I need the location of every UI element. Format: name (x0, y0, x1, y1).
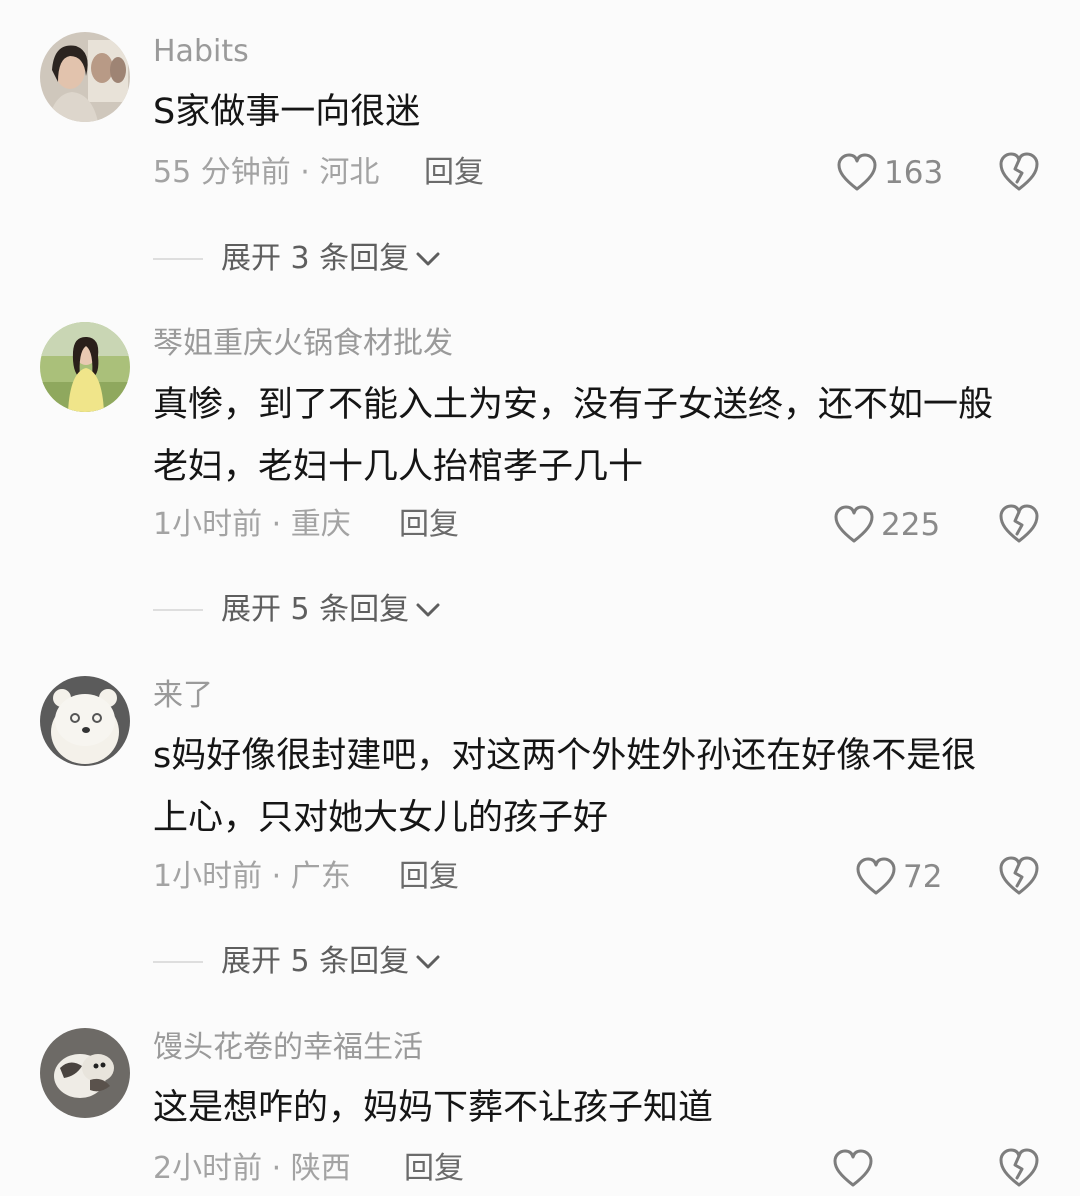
comment-line: S家做事一向很迷 (153, 92, 421, 132)
reply-button[interactable]: 回复 (424, 153, 484, 193)
divider-line (153, 258, 203, 260)
heart-outline-icon (856, 857, 896, 895)
avatar[interactable] (40, 322, 130, 412)
broken-heart-icon (999, 1148, 1039, 1187)
dislike-button[interactable] (997, 1147, 1041, 1191)
like-count: 225 (881, 507, 941, 543)
avatar[interactable] (40, 1028, 130, 1118)
heart-outline-icon (834, 505, 874, 543)
dislike-button[interactable] (997, 503, 1041, 547)
comment-meta: 2小时前 · 陕西 (153, 1151, 351, 1186)
chevron-down-icon (416, 252, 440, 266)
expand-replies[interactable]: 展开 5 条回复 (153, 942, 441, 982)
like-count: 72 (903, 859, 943, 895)
broken-heart-icon (999, 856, 1039, 895)
comment-text: 这是想咋的，妈妈下葬不让孩子知道 (153, 1077, 1048, 1139)
dislike-button[interactable] (997, 151, 1041, 195)
comment-text: 真惨，到了不能入土为安，没有子女送终，还不如一般 老妇，老妇十几人抬棺孝子几十 (153, 374, 1048, 498)
username[interactable]: 来了 (153, 678, 213, 714)
reply-button[interactable]: 回复 (404, 1149, 464, 1189)
like-button[interactable]: 163 (836, 151, 943, 195)
comment-meta: 55 分钟前 · 河北 (153, 155, 380, 190)
expand-replies-label: 展开 3 条回复 (221, 241, 410, 276)
expand-replies-label: 展开 5 条回复 (221, 592, 410, 627)
comment-line: 老妇，老妇十几人抬棺孝子几十 (153, 447, 644, 487)
expand-replies-label: 展开 5 条回复 (221, 944, 410, 979)
like-button[interactable]: 225 (833, 503, 940, 547)
comment-line: 上心，只对她大女儿的孩子好 (153, 798, 609, 838)
heart-outline-icon (837, 153, 877, 191)
username[interactable]: 琴姐重庆火锅食材批发 (153, 326, 453, 362)
expand-replies[interactable]: 展开 5 条回复 (153, 590, 441, 630)
comment-meta: 1小时前 · 重庆 (153, 507, 351, 542)
like-count: 163 (884, 155, 944, 191)
reply-button[interactable]: 回复 (399, 505, 459, 545)
comment-line: 这是想咋的，妈妈下葬不让孩子知道 (153, 1088, 714, 1128)
like-button[interactable] (832, 1147, 880, 1191)
comment-text: S家做事一向很迷 (153, 81, 1048, 143)
divider-line (153, 609, 203, 611)
chevron-down-icon (416, 955, 440, 969)
comment-text: s妈好像很封建吧，对这两个外姓外孙还在好像不是很 上心，只对她大女儿的孩子好 (153, 725, 1048, 849)
heart-outline-icon (833, 1149, 873, 1187)
broken-heart-icon (999, 504, 1039, 543)
username[interactable]: Habits (153, 34, 249, 70)
comment-line: 真惨，到了不能入土为安，没有子女送终，还不如一般 (153, 385, 994, 425)
like-button[interactable]: 72 (855, 855, 942, 899)
expand-replies[interactable]: 展开 3 条回复 (153, 239, 441, 279)
broken-heart-icon (999, 152, 1039, 191)
comment-meta: 1小时前 · 广东 (153, 859, 351, 894)
avatar[interactable] (40, 676, 130, 766)
avatar[interactable] (40, 32, 130, 122)
reply-button[interactable]: 回复 (399, 857, 459, 897)
comment-line: s妈好像很封建吧，对这两个外姓外孙还在好像不是很 (153, 736, 977, 776)
dislike-button[interactable] (997, 855, 1041, 899)
chevron-down-icon (416, 603, 440, 617)
divider-line (153, 961, 203, 963)
username[interactable]: 馒头花卷的幸福生活 (153, 1030, 423, 1066)
